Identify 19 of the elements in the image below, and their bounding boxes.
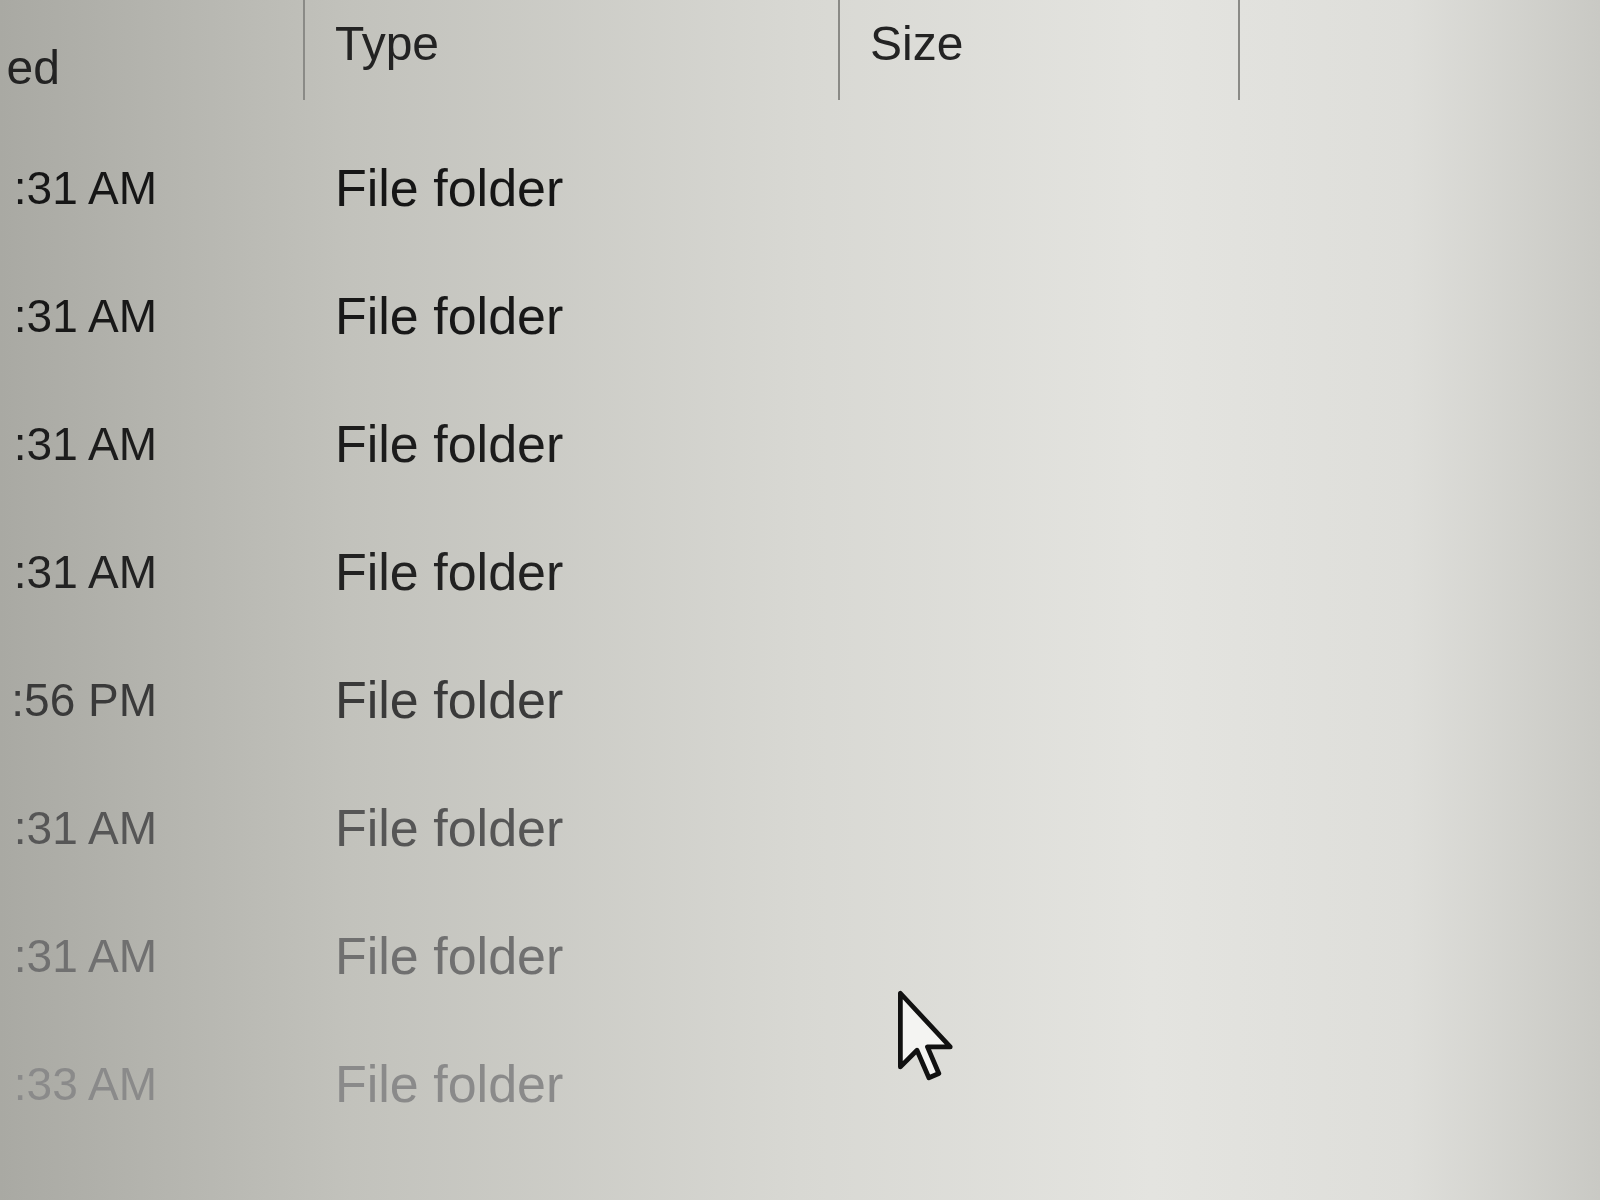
type-cell: File folder xyxy=(335,802,564,854)
type-cell: File folder xyxy=(335,930,564,982)
time-cell: :31 AM xyxy=(13,933,157,979)
type-cell: File folder xyxy=(335,162,564,214)
time-cell: :31 AM xyxy=(13,421,157,467)
type-cell: File folder xyxy=(335,674,564,726)
time-cell: :56 PM xyxy=(11,677,157,723)
column-header[interactable]: ed xyxy=(6,44,60,92)
time-cell: :31 AM xyxy=(13,293,157,339)
column-header[interactable]: Size xyxy=(870,20,964,68)
type-cell: File folder xyxy=(335,546,564,598)
type-cell: File folder xyxy=(335,418,564,470)
time-cell: :31 AM xyxy=(13,805,157,851)
time-cell: :31 AM xyxy=(13,549,157,595)
arrow-cursor-icon xyxy=(898,990,955,1082)
column-header[interactable]: Type xyxy=(335,20,440,68)
type-cell: File folder xyxy=(335,290,564,342)
time-cell: :31 AM xyxy=(13,165,157,211)
type-cell: File folder xyxy=(335,1058,564,1110)
